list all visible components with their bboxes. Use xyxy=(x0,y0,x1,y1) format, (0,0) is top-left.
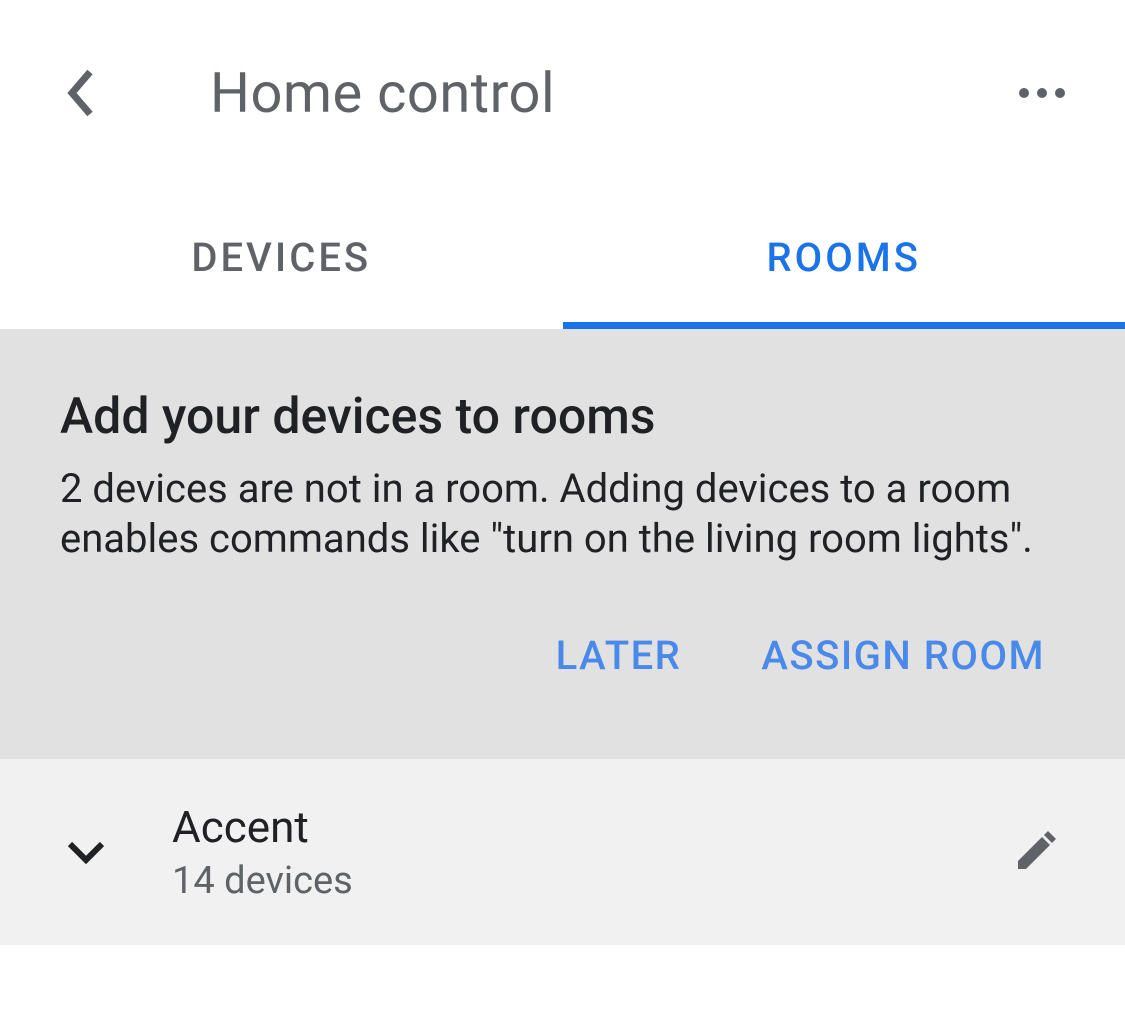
tab-bar: DEVICES ROOMS xyxy=(0,186,1125,330)
room-text: Accent 14 devices xyxy=(172,801,1005,903)
room-list: Accent 14 devices xyxy=(0,759,1125,945)
back-icon[interactable] xyxy=(50,63,110,123)
later-button[interactable]: LATER xyxy=(546,612,692,699)
prompt-body: 2 devices are not in a room. Adding devi… xyxy=(60,464,1065,564)
prompt-title: Add your devices to rooms xyxy=(60,388,1065,446)
tab-rooms[interactable]: ROOMS xyxy=(563,186,1125,329)
room-device-count: 14 devices xyxy=(172,859,1005,903)
assign-room-button[interactable]: ASSIGN ROOM xyxy=(751,612,1055,699)
edit-icon[interactable] xyxy=(1005,822,1065,882)
more-horizontal-icon[interactable] xyxy=(1019,88,1065,98)
page-title: Home control xyxy=(210,60,555,126)
app-header: Home control xyxy=(0,0,1125,186)
tab-devices[interactable]: DEVICES xyxy=(0,186,563,329)
assign-room-prompt: Add your devices to rooms 2 devices are … xyxy=(0,330,1125,759)
prompt-actions: LATER ASSIGN ROOM xyxy=(60,612,1065,709)
tab-label: ROOMS xyxy=(767,234,922,281)
tab-label: DEVICES xyxy=(191,234,371,281)
chevron-down-icon xyxy=(56,840,116,864)
room-name: Accent xyxy=(172,801,1005,853)
room-item[interactable]: Accent 14 devices xyxy=(0,759,1125,945)
